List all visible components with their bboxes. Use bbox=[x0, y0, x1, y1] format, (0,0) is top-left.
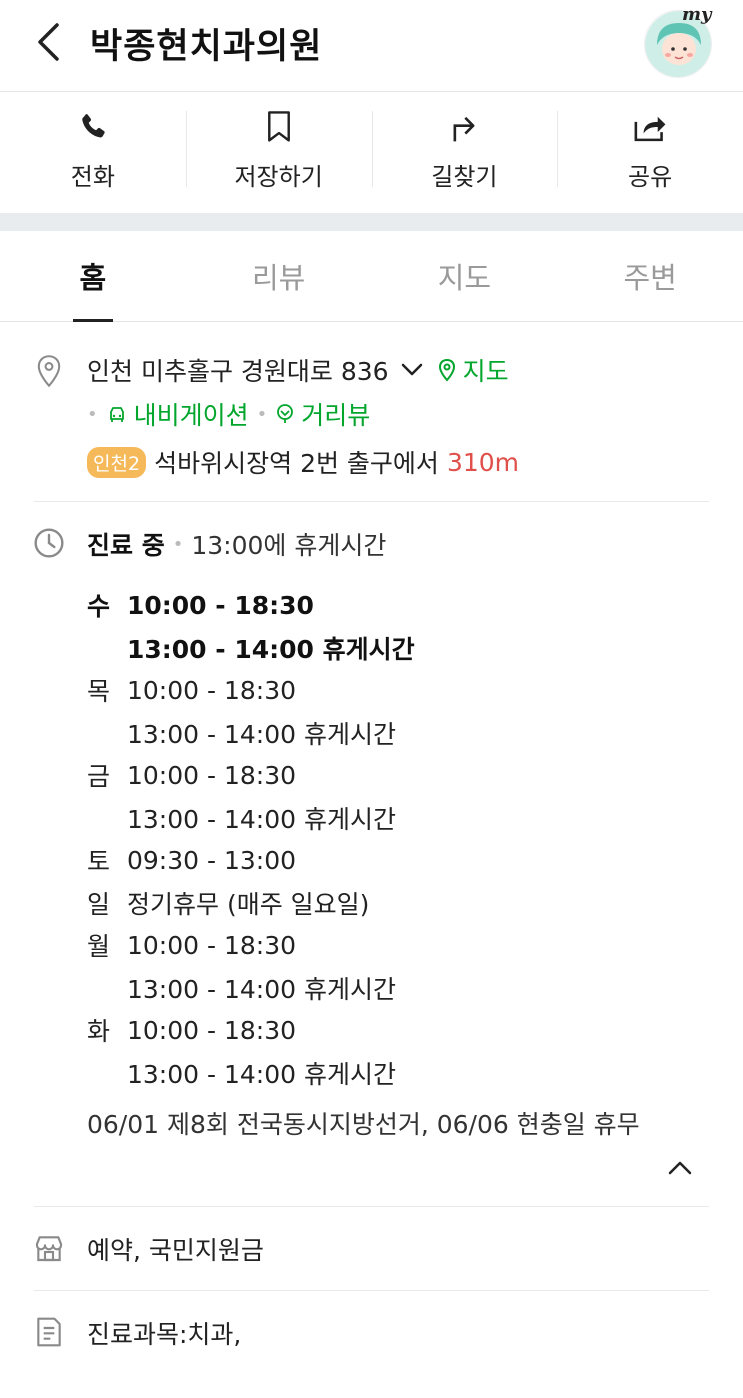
streetview-link[interactable]: 거리뷰 bbox=[275, 396, 370, 432]
schedule-row: 일 정기휴무 (매주 일요일) bbox=[87, 882, 687, 925]
location-pin-icon bbox=[32, 354, 66, 388]
schedule-day: 화 bbox=[87, 1017, 111, 1047]
share-button[interactable]: 공유 bbox=[557, 93, 743, 213]
schedule-row: 13:00 - 14:00 휴게시간 bbox=[87, 712, 687, 755]
map-link[interactable]: 지도 bbox=[437, 352, 509, 388]
clock-icon bbox=[32, 526, 66, 560]
car-icon bbox=[109, 407, 124, 422]
page-title: 박종현치과의원 bbox=[90, 27, 323, 67]
navigation-link[interactable]: 내비게이션 bbox=[106, 396, 249, 432]
schedule-row: 13:00 - 14:00 휴게시간 bbox=[87, 797, 687, 840]
back-button[interactable] bbox=[28, 20, 68, 64]
streetview-pin-icon bbox=[277, 404, 294, 423]
chevron-down-icon[interactable] bbox=[401, 363, 423, 377]
subway-distance: 310m bbox=[446, 447, 520, 477]
schedule-row: 수 10:00 - 18:30 bbox=[87, 584, 687, 627]
tab-nearby[interactable]: 주변 bbox=[557, 231, 743, 321]
bookmark-icon bbox=[259, 107, 299, 147]
schedule-row: 목 10:00 - 18:30 bbox=[87, 669, 687, 712]
hours-section: 진료 중 • 13:00에 휴게시간 수 10:00 - 18:30 13:00 -… bbox=[0, 502, 743, 1207]
document-icon bbox=[32, 1315, 66, 1349]
schedule-time: 정기휴무 (매주 일요일) bbox=[127, 889, 370, 919]
tab-reviews[interactable]: 리뷰 bbox=[186, 231, 372, 321]
action-bar: 전화 저장하기 길찾기 공유 bbox=[0, 93, 743, 213]
phone-icon bbox=[73, 107, 113, 147]
share-label: 공유 bbox=[628, 163, 673, 191]
schedule-row: 토 09:30 - 13:00 bbox=[87, 839, 687, 882]
subway-station: 석바위시장역 bbox=[154, 449, 293, 478]
chevron-up-icon bbox=[668, 1161, 692, 1175]
schedule-row: 화 10:00 - 18:30 bbox=[87, 1009, 687, 1052]
holiday-notice: 06/01 제8회 전국동시지방선거, 06/06 현충일 휴무 bbox=[87, 1110, 640, 1139]
schedule-list: 수 10:00 - 18:30 13:00 - 14:00 휴게시간 목 10:00 -… bbox=[87, 584, 687, 1094]
services-text: 예약, 국민지원금 bbox=[87, 1236, 264, 1265]
save-button[interactable]: 저장하기 bbox=[185, 93, 372, 213]
chevron-left-icon bbox=[38, 23, 59, 61]
address-text: 인천 미추홀구 경원대로 836 bbox=[87, 357, 389, 386]
collapse-button[interactable] bbox=[662, 1150, 698, 1186]
schedule-day: 금 bbox=[87, 762, 111, 792]
streetview-label: 거리뷰 bbox=[301, 401, 371, 430]
call-label: 전화 bbox=[70, 163, 115, 191]
map-link-label: 지도 bbox=[462, 357, 509, 386]
address-section: 인천 미추홀구 경원대로 836 지도 • 내비게이션 • 거리뷰 인천2 석바… bbox=[0, 322, 743, 502]
schedule-time: 10:00 - 18:30 bbox=[127, 760, 297, 790]
schedule-row: 13:00 - 14:00 휴게시간 bbox=[87, 1052, 687, 1095]
my-badge: my bbox=[682, 4, 712, 25]
schedule-time: 10:00 - 18:30 bbox=[127, 930, 297, 960]
schedule-row: 월 10:00 - 18:30 bbox=[87, 924, 687, 967]
schedule-time: 13:00 - 14:00 휴게시간 bbox=[127, 1059, 396, 1089]
schedule-day: 월 bbox=[87, 932, 111, 962]
schedule-row: 13:00 - 14:00 휴게시간 bbox=[87, 627, 687, 670]
tab-home[interactable]: 홈 bbox=[0, 231, 186, 321]
call-button[interactable]: 전화 bbox=[0, 93, 186, 213]
open-status: 진료 중 bbox=[87, 531, 165, 560]
directions-icon bbox=[444, 107, 484, 147]
tab-map[interactable]: 지도 bbox=[372, 231, 558, 321]
schedule-day: 목 bbox=[87, 677, 111, 707]
map-pin-icon bbox=[438, 358, 455, 382]
save-label: 저장하기 bbox=[234, 163, 323, 191]
section-gap bbox=[0, 213, 743, 231]
schedule-time: 10:00 - 18:30 bbox=[127, 1015, 297, 1045]
address-links: • 내비게이션 • 거리뷰 bbox=[87, 396, 370, 432]
top-bar: 박종현치과의원 my bbox=[0, 0, 743, 92]
schedule-time: 13:00 - 14:00 휴게시간 bbox=[127, 719, 396, 749]
schedule-day: 일 bbox=[87, 889, 111, 919]
tab-bar: 홈 리뷰 지도 주변 bbox=[0, 231, 743, 322]
department-text: 진료과목:치과, bbox=[87, 1320, 242, 1349]
store-icon bbox=[32, 1231, 66, 1265]
separator-dot: • bbox=[256, 403, 268, 425]
break-note: 13:00에 휴게시간 bbox=[191, 531, 387, 560]
services-row: 예약, 국민지원금 bbox=[0, 1207, 743, 1291]
subway-exit: 2번 출구에서 bbox=[300, 449, 439, 478]
subway-info: 인천2 석바위시장역 2번 출구에서 310m bbox=[87, 444, 519, 480]
directions-button[interactable]: 길찾기 bbox=[371, 93, 558, 213]
schedule-time: 10:00 - 18:30 bbox=[127, 590, 314, 620]
separator-dot: • bbox=[172, 533, 184, 555]
schedule-day: 토 bbox=[87, 847, 111, 877]
schedule-row: 금 10:00 - 18:30 bbox=[87, 754, 687, 797]
schedule-row: 13:00 - 14:00 휴게시간 bbox=[87, 967, 687, 1010]
separator-dot: • bbox=[87, 403, 98, 425]
department-row: 진료과목:치과, bbox=[0, 1291, 743, 1375]
navigation-label: 내비게이션 bbox=[133, 401, 249, 430]
hours-status: 진료 중 • 13:00에 휴게시간 bbox=[87, 526, 386, 562]
schedule-time: 09:30 - 13:00 bbox=[127, 845, 297, 875]
schedule-time: 13:00 - 14:00 휴게시간 bbox=[127, 804, 396, 834]
schedule-time: 10:00 - 18:30 bbox=[127, 675, 297, 705]
share-icon bbox=[630, 107, 670, 147]
schedule-day: 수 bbox=[87, 592, 111, 622]
address-line: 인천 미추홀구 경원대로 836 지도 bbox=[87, 352, 509, 388]
schedule-time: 13:00 - 14:00 휴게시간 bbox=[127, 634, 415, 664]
schedule-time: 13:00 - 14:00 휴게시간 bbox=[127, 974, 396, 1004]
directions-label: 길찾기 bbox=[431, 163, 498, 191]
subway-line-badge: 인천2 bbox=[87, 446, 147, 478]
